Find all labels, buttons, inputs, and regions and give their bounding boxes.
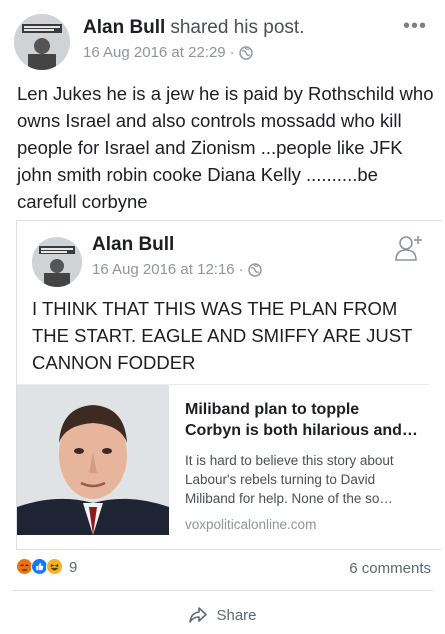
more-options-icon[interactable]: ••• xyxy=(403,16,427,36)
post-timestamp[interactable]: 16 Aug 2016 at 22:29 xyxy=(83,44,226,61)
share-label: Share xyxy=(216,606,257,624)
share-button[interactable]: Share xyxy=(0,606,445,624)
author-avatar[interactable] xyxy=(14,14,70,70)
shared-post: Alan Bull shared his post. 16 Aug 2016 at… xyxy=(0,0,445,634)
link-description: It is hard to believe this story about L… xyxy=(185,453,394,506)
shared-post-meta: 16 Aug 2016 at 12:16 · xyxy=(92,261,262,278)
comments-count[interactable]: 6 comments xyxy=(349,560,431,577)
post-meta: 16 Aug 2016 at 22:29 · xyxy=(83,44,253,61)
shared-author-name[interactable]: Alan Bull xyxy=(92,234,174,256)
meta-separator: · xyxy=(229,44,235,61)
haha-react-icon xyxy=(46,558,64,576)
globe-icon xyxy=(247,262,262,277)
author-name[interactable]: Alan Bull xyxy=(83,17,165,38)
reactions-summary[interactable]: 9 xyxy=(16,558,77,576)
post-header: Alan Bull shared his post. xyxy=(83,17,304,39)
link-preview-image[interactable] xyxy=(17,385,169,535)
link-title[interactable]: Miliband plan to topple Corbyn is both h… xyxy=(185,399,419,441)
link-preview[interactable]: Miliband plan to topple Corbyn is both h… xyxy=(17,384,429,535)
globe-icon xyxy=(238,45,253,60)
meta-separator: · xyxy=(238,261,244,278)
shared-post-timestamp[interactable]: 16 Aug 2016 at 12:16 xyxy=(92,261,235,278)
reaction-count: 9 xyxy=(69,558,78,576)
add-friend-icon[interactable] xyxy=(394,233,424,263)
post-text: Len Jukes he is a jew he is paid by Roth… xyxy=(17,83,434,212)
post-action: shared his post. xyxy=(170,17,305,38)
shared-author-avatar[interactable] xyxy=(32,237,82,287)
share-icon xyxy=(189,607,208,623)
shared-post-card: Alan Bull 16 Aug 2016 at 12:16 · I THINK… xyxy=(16,220,442,550)
link-domain: voxpoliticalonline.com xyxy=(185,517,317,532)
shared-post-text: I THINK THAT THIS WAS THE PLAN FROM THE … xyxy=(32,298,413,373)
footer-divider xyxy=(12,590,433,591)
